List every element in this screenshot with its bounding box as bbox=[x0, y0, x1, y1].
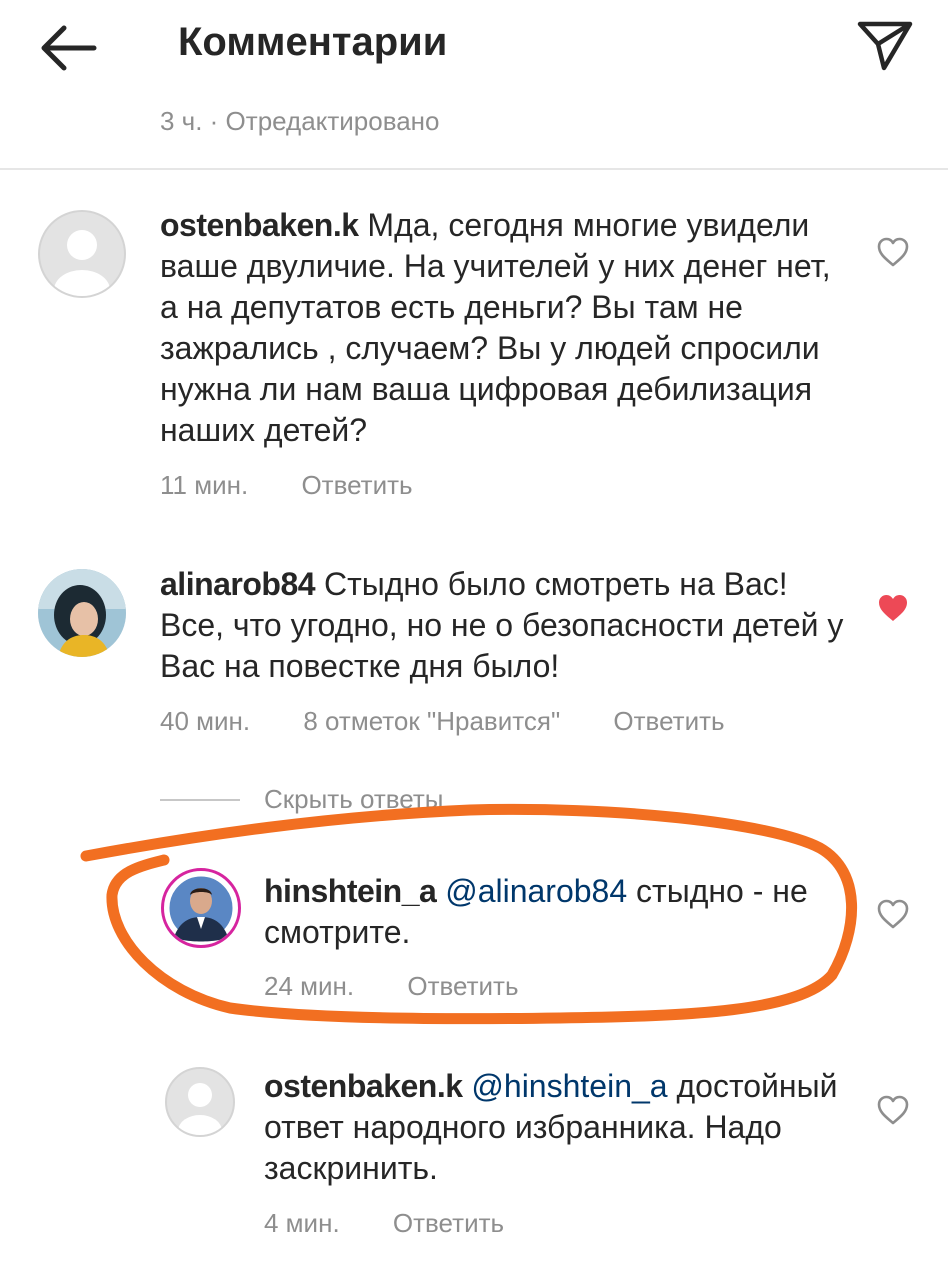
post-meta: 3 ч. · Отредактировано bbox=[160, 106, 440, 136]
reply-body: ostenbaken.k @hinshtein_a достойный отве… bbox=[264, 1066, 854, 1189]
hide-replies-button[interactable]: Скрыть ответы bbox=[264, 784, 444, 815]
like-button[interactable] bbox=[876, 898, 910, 930]
user-photo-icon bbox=[38, 569, 126, 657]
like-button[interactable] bbox=[876, 236, 910, 268]
default-avatar-icon bbox=[54, 230, 110, 296]
like-button[interactable] bbox=[876, 1094, 910, 1126]
comment-body: alinarob84 Стыдно было смотреть на Вас! … bbox=[160, 564, 850, 687]
page-title: Комментарии bbox=[178, 20, 448, 64]
comment-actions: 11 мин. Ответить bbox=[160, 470, 459, 501]
reply-actions: 24 мин. Ответить bbox=[264, 971, 565, 1002]
comment-time: 11 мин. bbox=[160, 470, 249, 500]
reply-username[interactable]: hinshtein_a bbox=[264, 873, 437, 909]
heart-outline-icon bbox=[877, 899, 909, 929]
heart-outline-icon bbox=[877, 1095, 909, 1125]
comment-actions: 40 мин. 8 отметок "Нравится" Ответить bbox=[160, 706, 771, 737]
comment-body: ostenbaken.k Мда, сегодня многие увидели… bbox=[160, 205, 850, 451]
reply-button[interactable]: Ответить bbox=[301, 470, 412, 500]
avatar-story-ring[interactable] bbox=[161, 868, 241, 948]
reply-actions: 4 мин. Ответить bbox=[264, 1208, 550, 1239]
avatar[interactable] bbox=[38, 569, 126, 657]
paper-plane-icon bbox=[857, 21, 913, 71]
like-button[interactable] bbox=[876, 592, 910, 624]
share-button[interactable] bbox=[852, 16, 916, 72]
default-avatar-icon bbox=[178, 1083, 222, 1135]
reply-body: hinshtein_a @alinarob84 стыдно - не смот… bbox=[264, 871, 854, 953]
reply-time: 24 мин. bbox=[264, 971, 355, 1001]
likes-count[interactable]: 8 отметок "Нравится" bbox=[303, 706, 560, 736]
comment-username[interactable]: alinarob84 bbox=[160, 566, 316, 602]
avatar[interactable] bbox=[38, 210, 126, 298]
mention-link[interactable]: @alinarob84 bbox=[445, 873, 627, 909]
reply-button[interactable]: Ответить bbox=[393, 1208, 504, 1238]
comment-time: 40 мин. bbox=[160, 706, 251, 736]
comment-username[interactable]: ostenbaken.k bbox=[160, 207, 359, 243]
replies-divider bbox=[160, 799, 240, 801]
heart-outline-icon bbox=[877, 237, 909, 267]
back-button[interactable] bbox=[36, 22, 100, 74]
mention-link[interactable]: @hinshtein_a bbox=[471, 1068, 667, 1104]
divider bbox=[0, 168, 948, 170]
reply-username[interactable]: ostenbaken.k bbox=[264, 1068, 463, 1104]
heart-filled-icon bbox=[879, 595, 907, 621]
reply-time: 4 мин. bbox=[264, 1208, 340, 1238]
arrow-left-icon bbox=[41, 25, 97, 71]
reply-button[interactable]: Ответить bbox=[613, 706, 724, 736]
user-photo-icon bbox=[166, 873, 236, 943]
avatar[interactable] bbox=[165, 1067, 235, 1137]
reply-button[interactable]: Ответить bbox=[407, 971, 518, 1001]
comment-text: Мда, сегодня многие увидели ваше двуличи… bbox=[160, 207, 831, 448]
